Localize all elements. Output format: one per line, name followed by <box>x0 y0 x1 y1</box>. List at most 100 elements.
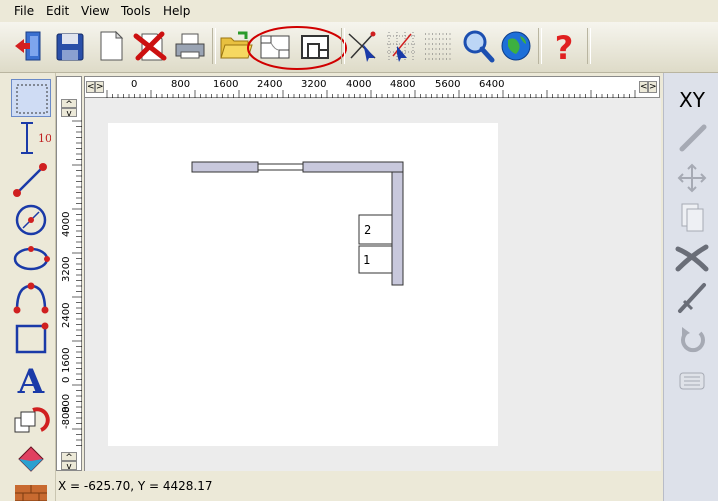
dimension-tool[interactable]: 10 <box>11 119 51 157</box>
wall-segment-left[interactable] <box>191 161 259 173</box>
line-tool[interactable] <box>11 161 51 199</box>
ruler-label-x: 4800 <box>390 79 416 90</box>
select-tool[interactable] <box>11 79 51 117</box>
select-arrow-icon <box>348 31 376 62</box>
copy-button[interactable] <box>670 201 714 235</box>
selection-rectangle-icon <box>16 84 48 114</box>
knife-icon <box>678 283 706 313</box>
globe-icon <box>501 31 531 61</box>
cabinet-2-label: 2 <box>364 223 371 237</box>
ruler-label-x: 2400 <box>257 79 283 90</box>
status-bar: X = -625.70, Y = 4428.17 <box>56 476 661 498</box>
rotate-icon <box>681 327 705 353</box>
ruler-scroll-right-button[interactable]: > <box>95 81 104 93</box>
toolbar-separator <box>538 28 542 64</box>
ruler-label-y: 2400 <box>61 303 72 328</box>
zoom-icon <box>463 30 495 63</box>
trim-button[interactable] <box>670 281 714 315</box>
ruler-scroll-down-button[interactable]: v <box>61 108 77 119</box>
ruler-scroll-left-button[interactable]: < <box>86 81 95 93</box>
vertical-ruler: 4000 3200 2400 1600 800 0 -800 ^ v ^ v <box>56 76 82 472</box>
move-arrows-icon <box>677 163 707 193</box>
ellipse-tool[interactable] <box>11 240 51 278</box>
cabinet-1-label: 1 <box>363 253 370 267</box>
drawing-sheet[interactable]: 2 1 <box>108 123 498 446</box>
save-button[interactable] <box>52 28 88 64</box>
ruler-label-y: 4000 <box>61 212 72 237</box>
help-button[interactable]: ? <box>546 28 582 64</box>
brick-wall-icon <box>15 485 47 501</box>
edit-pencil-button[interactable] <box>670 121 714 155</box>
arc-tool[interactable] <box>11 280 51 318</box>
move-button[interactable] <box>670 161 714 195</box>
new-document-button[interactable] <box>93 28 129 64</box>
toolbar-separator <box>587 28 591 64</box>
svg-text:?: ? <box>555 29 574 64</box>
select-arrow-button[interactable] <box>345 28 381 64</box>
text-tool[interactable]: A <box>11 360 51 398</box>
ruler-label-y: 3200 <box>61 257 72 282</box>
delete-drawing-icon <box>133 31 167 61</box>
web-button[interactable] <box>498 28 534 64</box>
rotate-button[interactable] <box>670 323 714 357</box>
menu-tools[interactable]: Tools <box>121 4 151 18</box>
help-icon: ? <box>555 29 574 64</box>
highlight-circle <box>247 26 347 70</box>
print-button[interactable] <box>172 28 208 64</box>
cursor-coordinates: X = -625.70, Y = 4428.17 <box>58 479 213 493</box>
delete-drawing-button[interactable] <box>132 28 168 64</box>
floor-plan-drawing: 2 1 <box>191 161 404 286</box>
pencil-icon <box>679 124 707 152</box>
ruler-label-y: 1600 <box>61 348 72 373</box>
print-icon <box>175 33 205 59</box>
text-icon: A <box>17 362 45 398</box>
drawing-tools-panel: 10 A <box>0 73 56 501</box>
new-document-icon <box>100 30 124 61</box>
coordinates-xy-button[interactable]: XY <box>670 81 714 115</box>
ruler-label-x: 5600 <box>435 79 461 90</box>
rectangle-icon <box>15 322 49 354</box>
ruler-label-x: 3200 <box>301 79 327 90</box>
svg-text:XY: XY <box>679 88 706 112</box>
zoom-button[interactable] <box>460 28 496 64</box>
ruler-label-x: 800 <box>171 79 191 90</box>
ruler-label-x: 1600 <box>213 79 239 90</box>
hand-icon <box>679 372 705 390</box>
circle-icon <box>15 204 47 236</box>
svg-text:A: A <box>17 362 45 398</box>
ruler-end-right-button[interactable]: > <box>648 81 657 93</box>
toolbar-separator <box>212 28 216 64</box>
ellipse-icon <box>13 246 50 271</box>
grid-snap-button[interactable] <box>383 28 419 64</box>
ruler-label-x: 0 <box>131 79 138 90</box>
delete-button[interactable] <box>670 241 714 275</box>
menu-file[interactable]: File <box>14 4 34 18</box>
edit-tools-panel: XY <box>663 73 718 501</box>
exit-button[interactable] <box>12 28 48 64</box>
grid-snap-icon <box>387 32 415 62</box>
ruler-end-up-button[interactable]: ^ <box>61 452 77 463</box>
paint-bucket-icon <box>18 446 44 472</box>
rectangle-tool[interactable] <box>11 320 51 358</box>
fill-tool[interactable] <box>11 441 51 479</box>
ruler-scroll-up-button[interactable]: ^ <box>61 99 77 110</box>
dimension-icon: 10 <box>21 122 51 154</box>
ruler-end-down-button[interactable]: v <box>61 461 77 472</box>
dot-grid-button[interactable] <box>421 28 457 64</box>
pan-button[interactable] <box>670 363 714 397</box>
menu-view[interactable]: View <box>81 4 109 18</box>
drawing-canvas[interactable]: 2 1 <box>84 98 661 471</box>
menu-edit[interactable]: Edit <box>46 4 69 18</box>
ruler-label-x: 4000 <box>346 79 372 90</box>
circle-tool[interactable] <box>11 201 51 239</box>
ruler-end-left-button[interactable]: < <box>639 81 648 93</box>
menu-help[interactable]: Help <box>163 4 190 18</box>
transform-tool[interactable] <box>11 400 51 438</box>
xy-coordinates-icon: XY <box>679 88 706 112</box>
wall-segment-right[interactable] <box>391 171 404 286</box>
wall-segment-top[interactable] <box>302 161 404 173</box>
dot-grid-icon <box>425 33 453 60</box>
horizontal-ruler: 0 800 1600 2400 3200 4000 4800 5600 6400… <box>84 76 660 98</box>
window-opening[interactable] <box>257 163 304 171</box>
wall-tool[interactable] <box>11 481 51 501</box>
